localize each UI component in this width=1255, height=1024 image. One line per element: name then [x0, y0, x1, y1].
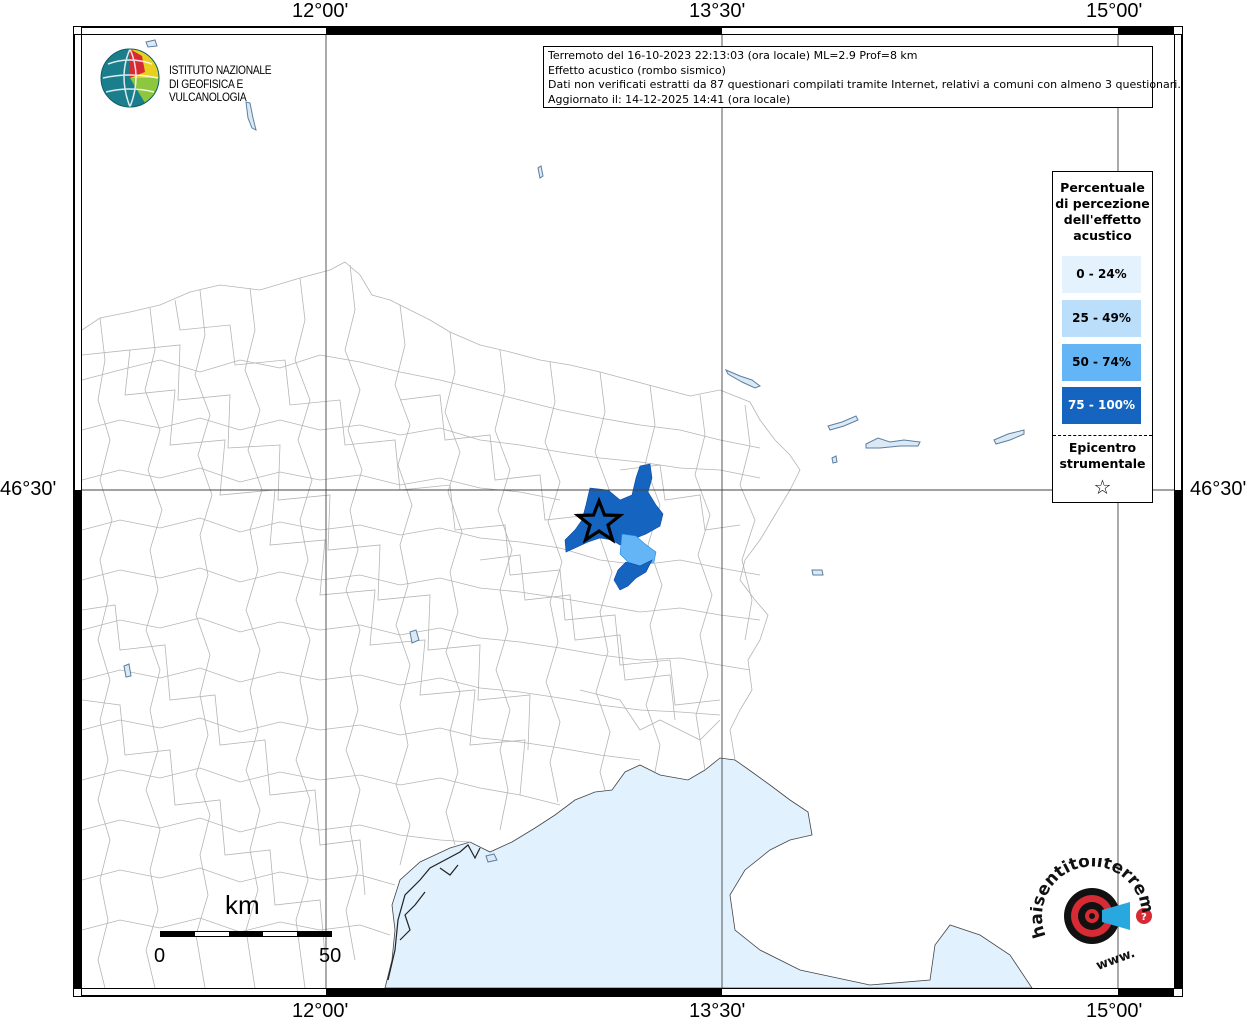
- scalebar-bar: [160, 931, 332, 937]
- event-data-note: Dati non verificati estratti da 87 quest…: [548, 78, 1181, 92]
- legend-epicenter-line: strumentale: [1059, 456, 1146, 471]
- legend-title-line: di percezione: [1055, 196, 1150, 211]
- legend-class-25-49: 25 - 49%: [1062, 300, 1141, 337]
- globe-icon: [100, 48, 160, 108]
- event-effect: Effetto acustico (rombo sismico): [548, 63, 726, 77]
- legend-title-line: dell'effetto: [1063, 212, 1142, 227]
- legend: Percentuale di percezione dell'effetto a…: [1052, 171, 1153, 503]
- scalebar-unit: km: [225, 890, 260, 920]
- legend-title: Percentuale di percezione dell'effetto a…: [1053, 172, 1152, 244]
- legend-class-50-74: 50 - 74%: [1062, 344, 1141, 381]
- legend-epicenter-label: Epicentro strumentale: [1053, 440, 1152, 472]
- legend-title-line: Percentuale: [1060, 180, 1145, 195]
- lon-label-bottom-1: 12°00': [292, 1000, 349, 1022]
- lat-label-left: 46°30': [0, 478, 57, 500]
- logo-text-line2: DI GEOFISICA E VULCANOLOGIA: [169, 77, 247, 104]
- lon-label-bottom-2: 13°30': [689, 1000, 746, 1022]
- legend-epicenter-line: Epicentro: [1068, 440, 1137, 455]
- logo-text-line1: ISTITUTO NAZIONALE: [169, 63, 272, 77]
- adriatic-sea: [384, 757, 1033, 988]
- event-updated: Aggiornato il: 14-12-2025 14:41 (ora loc…: [548, 92, 791, 106]
- scalebar-max: 50: [319, 945, 342, 967]
- lon-label-bottom-3: 15°00': [1086, 1000, 1143, 1022]
- legend-class-75-100: 75 - 100%: [1062, 387, 1141, 424]
- event-title: Terremoto del 16-10-2023 22:13:03 (ora l…: [548, 49, 918, 62]
- badge-www: www.: [1094, 946, 1137, 974]
- legend-title-line: acustico: [1073, 228, 1132, 243]
- lakes: [123, 39, 1025, 863]
- legend-divider: [1053, 435, 1152, 436]
- target-icon: ? haisentitoilterremoto.it www.: [1024, 843, 1157, 974]
- hsit-badge[interactable]: ? haisentitoilterremoto.it www.: [1024, 843, 1160, 978]
- municipality-class-75-100-south[interactable]: [613, 559, 653, 591]
- ingv-logo: ISTITUTO NAZIONALE DI GEOFISICA E VULCAN…: [100, 46, 320, 110]
- legend-star-icon: ☆: [1093, 475, 1112, 499]
- scalebar: km 0 50: [150, 890, 350, 970]
- legend-class-0-24: 0 - 24%: [1062, 256, 1141, 293]
- lat-label-right: 46°30': [1190, 478, 1247, 500]
- scalebar-min: 0: [154, 945, 166, 967]
- municipality-class-75-100[interactable]: [564, 463, 664, 553]
- lon-label-top-1: 12°00': [292, 0, 349, 22]
- lon-label-top-2: 13°30': [689, 0, 746, 22]
- event-info-box: Terremoto del 16-10-2023 22:13:03 (ora l…: [543, 46, 1181, 108]
- lon-label-top-3: 15°00': [1086, 0, 1143, 22]
